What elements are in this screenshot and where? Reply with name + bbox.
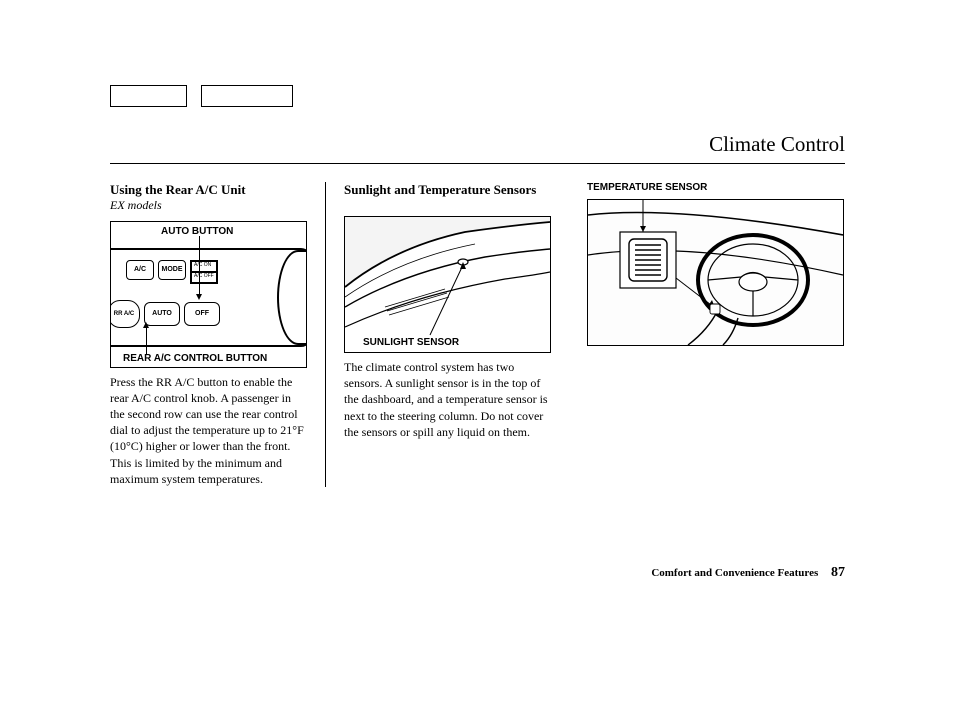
page-footer: Comfort and Convenience Features 87 (651, 565, 845, 581)
off-button-icon: OFF (184, 302, 220, 326)
steering-column-illustration-icon (588, 200, 843, 345)
title-rule (110, 163, 845, 164)
col2-body-text: The climate control system has two senso… (344, 359, 551, 440)
label-temperature-sensor: TEMPERATURE SENSOR (587, 182, 844, 193)
col1-subheading: EX models (110, 198, 307, 213)
ac-off-segment: A/C OFF (191, 272, 217, 283)
dashboard-top-illustration-icon (345, 217, 550, 352)
ac-button-icon: A/C (126, 260, 154, 280)
label-rear-ac-control-button: REAR A/C CONTROL BUTTON (123, 353, 267, 364)
header-box-1 (110, 85, 187, 107)
footer-section: Comfort and Convenience Features (651, 567, 818, 579)
figure-temperature-sensor (587, 199, 844, 346)
ac-on-segment: A/C ON (191, 261, 217, 272)
page-title: Climate Control (110, 132, 845, 157)
dial-knob-icon (277, 250, 307, 345)
label-sunlight-sensor: SUNLIGHT SENSOR (363, 337, 459, 348)
ac-control-panel: A/C MODE A/C ON A/C OFF RR A/C AUTO OFF (110, 248, 307, 347)
header-box-2 (201, 85, 293, 107)
rr-ac-button-icon: RR A/C (110, 300, 140, 328)
figure-sunlight-sensor: SUNLIGHT SENSOR (344, 216, 551, 353)
label-auto-button: AUTO BUTTON (161, 226, 233, 237)
figure-rear-ac-panel: AUTO BUTTON A/C MODE A/C ON A/C OFF RR A… (110, 221, 307, 368)
col1-body-text: Press the RR A/C button to enable the re… (110, 374, 307, 487)
header-empty-boxes (110, 85, 845, 107)
col2-heading: Sunlight and Temperature Sensors (344, 182, 551, 210)
auto-button-icon: AUTO (144, 302, 180, 326)
footer-page-number: 87 (831, 565, 845, 580)
col1-heading: Using the Rear A/C Unit (110, 182, 307, 198)
mode-button-icon: MODE (158, 260, 186, 280)
